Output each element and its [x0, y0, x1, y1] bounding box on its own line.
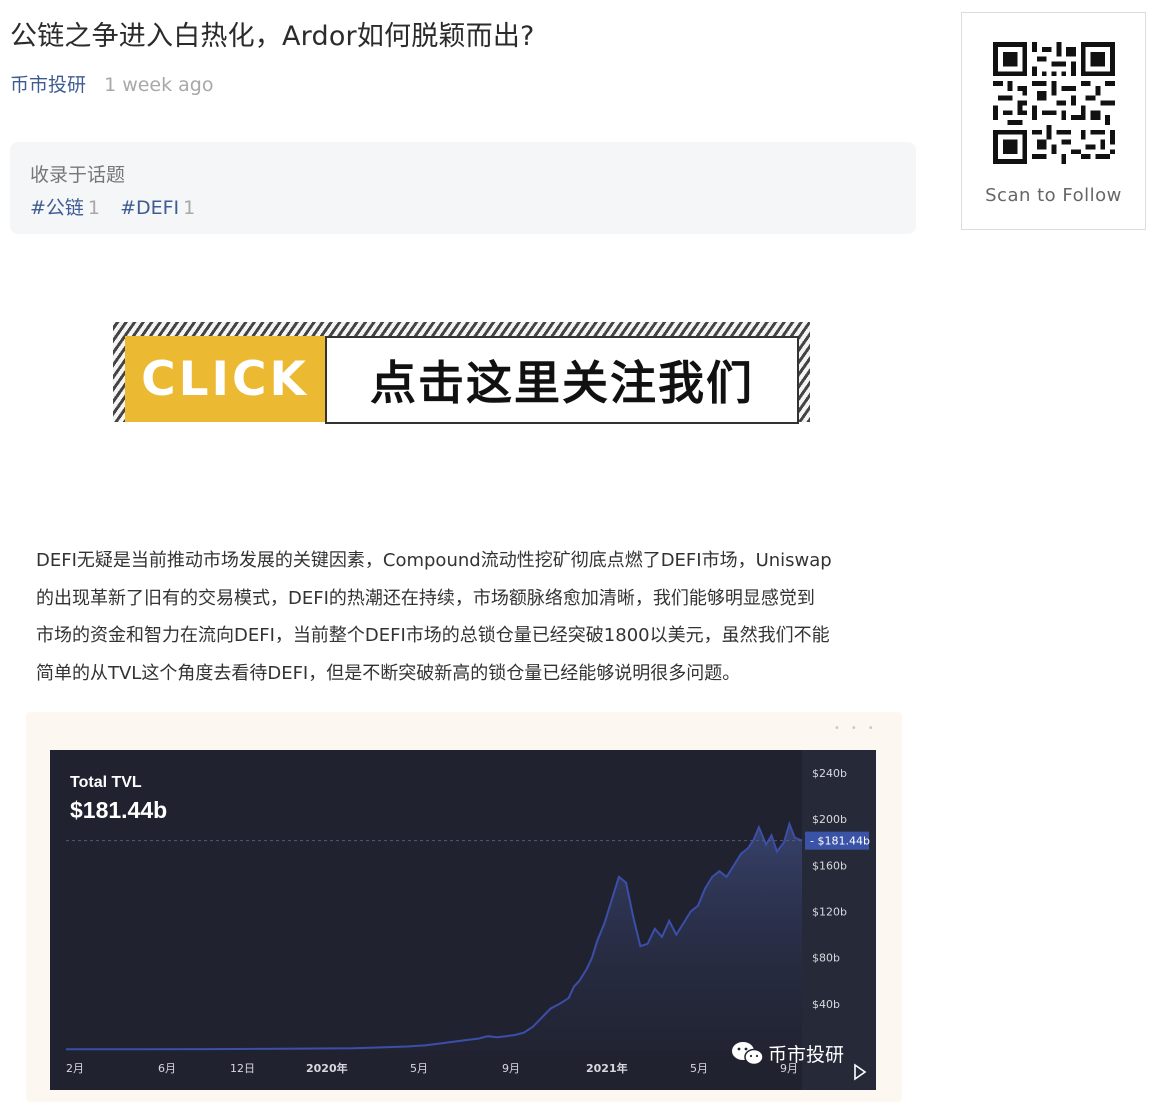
- x-tick-label: 2月: [66, 1062, 84, 1075]
- publish-time: 1 week ago: [104, 74, 214, 96]
- current-value-badge-label: - $181.44b: [810, 835, 870, 848]
- article-paragraph: DEFI无疑是当前推动市场发展的关键因素，Compound流动性挖矿彻底点燃了D…: [36, 542, 898, 692]
- paragraph-line: 市场的资金和智力在流向DEFI，当前整个DEFI市场的总锁仓量已经突破1800以…: [36, 625, 830, 646]
- paragraph-line: DEFI无疑是当前推动市场发展的关键因素，Compound流动性挖矿彻底点燃了D…: [36, 550, 832, 571]
- topic-tag-count: 1: [87, 197, 101, 219]
- author-link[interactable]: 币市投研: [10, 74, 86, 96]
- x-tick-label: 5月: [410, 1062, 428, 1075]
- topic-tag-count: 1: [183, 197, 196, 219]
- article-meta: 币市投研 1 week ago: [10, 70, 213, 97]
- watermark: 币市投研: [732, 1042, 844, 1066]
- y-axis-panel: [802, 750, 876, 1090]
- follow-banner[interactable]: CLICK 点击这里关注我们: [113, 322, 810, 424]
- image-more-dots: •••: [834, 723, 885, 734]
- chart-title: Total TVL: [70, 774, 142, 791]
- paragraph-line: 的出现革新了旧有的交易模式，DEFI的热潮还在持续，市场额脉络愈加清晰，我们能够…: [36, 587, 815, 609]
- tvl-chart-svg: - $181.44b $240b $200b $160b $120b $80b $40b 2月…: [65, 750, 876, 1090]
- banner-follow-text[interactable]: 点击这里关注我们: [325, 336, 799, 424]
- y-tick-label: $80b: [812, 952, 840, 965]
- tvl-chart: - $181.44b $240b $200b $160b $120b $80b $40b 2月…: [50, 750, 876, 1090]
- x-tick-label: 6月: [158, 1062, 176, 1075]
- tvl-area-fill: [66, 823, 802, 1050]
- x-tick-label: 12日: [230, 1062, 255, 1075]
- topic-tag[interactable]: #DEFI 1: [120, 197, 195, 219]
- x-tick-label: 9月: [502, 1062, 520, 1075]
- chart-current-value: $181.44b: [70, 797, 167, 823]
- paragraph-line: 简单的从TVL这个角度去看待DEFI，但是不断突破新高的锁仓量已经能够说明很多问…: [36, 662, 741, 684]
- y-tick-label: $160b: [812, 859, 847, 872]
- topic-label: 收录于话题: [30, 164, 126, 186]
- y-tick-label: $40b: [812, 998, 840, 1011]
- topic-tag[interactable]: #公链 1: [30, 197, 100, 219]
- article-title: 公链之争进入白热化，Ardor如何脱颖而出?: [10, 21, 535, 52]
- x-tick-label: 2020年: [306, 1061, 348, 1075]
- topic-tag-name[interactable]: #公链: [30, 197, 84, 219]
- article-image: ••• - $181.44b $240b $200b $160b $120b $80b $4…: [26, 712, 902, 1102]
- topic-tags: #公链 1 #DEFI 1: [30, 193, 209, 220]
- qr-card: Scan to Follow: [961, 12, 1146, 230]
- topic-tag-name[interactable]: #DEFI: [120, 197, 179, 219]
- banner-click-label[interactable]: CLICK: [125, 336, 325, 422]
- y-tick-label: $120b: [812, 906, 847, 919]
- topic-box: 收录于话题 #公链 1 #DEFI 1: [10, 142, 916, 234]
- qr-code-icon: [993, 42, 1115, 164]
- watermark-text: 币市投研: [768, 1044, 844, 1066]
- x-tick-label: 2021年: [586, 1061, 628, 1075]
- y-tick-label: $240b: [812, 767, 847, 780]
- y-tick-label: $200b: [812, 813, 847, 826]
- x-tick-label: 5月: [690, 1062, 708, 1075]
- qr-caption: Scan to Follow: [985, 185, 1122, 206]
